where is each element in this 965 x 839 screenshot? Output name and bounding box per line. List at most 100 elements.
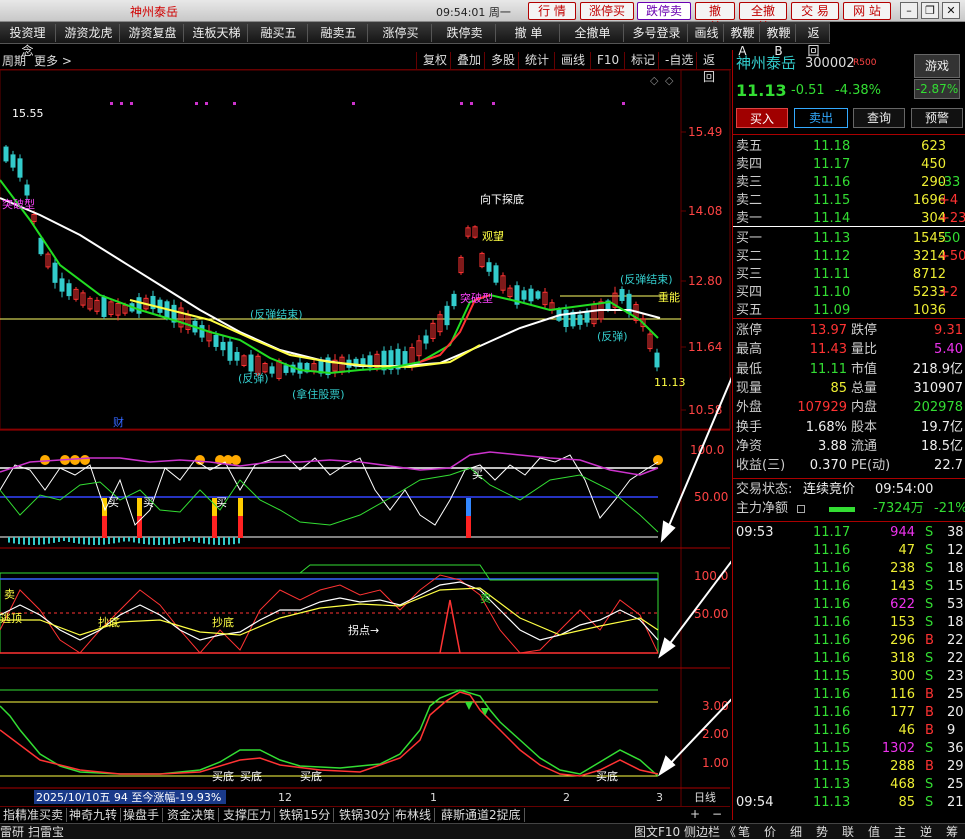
- sidebar-toggle[interactable]: 侧边栏 《: [684, 825, 736, 839]
- order-book-row[interactable]: 买四 11.10 5233 +2: [733, 284, 965, 302]
- indicator-panel-1: 100.0 50.00 买 买 买 买: [0, 443, 728, 545]
- toolbar-item[interactable]: 游资龙虎: [58, 24, 120, 42]
- panel-tab[interactable]: 联: [842, 825, 854, 839]
- nav-button-trade[interactable]: 交 易: [791, 2, 839, 20]
- toolbar-item[interactable]: 投资理念: [0, 24, 56, 58]
- toolbar-item[interactable]: 返回: [798, 24, 830, 58]
- order-book-row[interactable]: 卖三 11.16 290 -33: [733, 174, 965, 192]
- alert-button[interactable]: 预警: [911, 108, 963, 128]
- period-selector[interactable]: 周期: [2, 52, 26, 69]
- candle-body: [493, 265, 499, 283]
- order-book-row[interactable]: 买二 11.12 3214 +50: [733, 248, 965, 266]
- panel-tab[interactable]: 值: [868, 825, 880, 839]
- toolbar-item[interactable]: 画线: [690, 24, 724, 42]
- indicator-tab[interactable]: 布林线: [392, 808, 436, 822]
- chart-button[interactable]: 多股: [484, 52, 521, 69]
- nav-button-limit-up-buy[interactable]: 涨停买: [580, 2, 634, 20]
- toolbar-item[interactable]: 撤 单: [498, 24, 560, 42]
- zoom-out-icon[interactable]: −: [712, 807, 722, 821]
- nav-button-limit-down-sell[interactable]: 跌停卖: [637, 2, 691, 20]
- tick-row[interactable]: 11.16 238 S 18: [733, 560, 965, 578]
- indicator-tab[interactable]: 神奇九转: [66, 808, 122, 822]
- tick-row[interactable]: 09:54 11.13 85 S 21: [733, 794, 965, 812]
- order-book-row[interactable]: 卖四 11.17 450: [733, 156, 965, 174]
- nav-button-cancel-all[interactable]: 全撤单: [739, 2, 787, 34]
- indicator-tab[interactable]: 资金决策: [164, 808, 220, 822]
- coin-icon: [40, 455, 50, 465]
- chart-button[interactable]: F10: [590, 52, 625, 69]
- restore-icon[interactable]: ❐: [921, 2, 939, 19]
- main-flow-pct: -21%: [934, 501, 965, 516]
- toolbar-item[interactable]: 教鞭A: [726, 24, 760, 58]
- chart-button[interactable]: 叠加: [450, 52, 487, 69]
- query-button[interactable]: 查询: [853, 108, 905, 128]
- order-book-row[interactable]: 卖二 11.15 1696 +4: [733, 192, 965, 210]
- tick-row[interactable]: 11.16 622 S 53: [733, 596, 965, 614]
- tick-row[interactable]: 11.16 318 S 22: [733, 650, 965, 668]
- tick-row[interactable]: 11.16 177 B 20: [733, 704, 965, 722]
- tick-row[interactable]: 11.16 143 S 15: [733, 578, 965, 596]
- chart-button[interactable]: 画线: [554, 52, 591, 69]
- list-icon[interactable]: [797, 505, 805, 513]
- toolbar-item[interactable]: 教鞭B: [762, 24, 796, 58]
- indicator-tab[interactable]: 铁锅30分: [336, 808, 395, 822]
- nav-button-market[interactable]: 行 情: [528, 2, 576, 20]
- panel-tab[interactable]: 笔: [738, 825, 750, 839]
- indicator-tab[interactable]: 铁锅15分: [276, 808, 335, 822]
- toolbar-item[interactable]: 涨停买: [370, 24, 432, 42]
- indicator-tab[interactable]: 精准买卖: [12, 808, 68, 822]
- order-book-row[interactable]: 买一 11.13 1545 -50: [733, 230, 965, 248]
- panel-tab[interactable]: 价: [764, 825, 776, 839]
- panel-tab[interactable]: 势: [816, 825, 828, 839]
- indicator-tab[interactable]: 薛斯通道2捉底: [438, 808, 525, 822]
- f10-link[interactable]: 图文F10: [634, 825, 680, 839]
- nav-button-website[interactable]: 网 站: [843, 2, 891, 20]
- toolbar-item[interactable]: 融卖五: [310, 24, 368, 42]
- status-item[interactable]: 扫雷宝: [28, 825, 64, 839]
- tick-row[interactable]: 11.16 46 B 9: [733, 722, 965, 740]
- toolbar-item[interactable]: 全撤单: [562, 24, 624, 42]
- tick-row[interactable]: 11.16 47 S 12: [733, 542, 965, 560]
- game-button[interactable]: 游戏: [914, 54, 960, 78]
- tick-row[interactable]: 11.17 944 S 38: [733, 524, 965, 542]
- panel-tab[interactable]: 细: [790, 825, 802, 839]
- panel-tab[interactable]: 逆: [920, 825, 932, 839]
- more-menu[interactable]: 更多 >: [34, 52, 72, 69]
- chart-button[interactable]: 统计: [518, 52, 555, 69]
- tick-row[interactable]: 11.15 1302 S 36: [733, 740, 965, 758]
- order-book-row[interactable]: 卖五 11.18 623: [733, 138, 965, 156]
- chart-button[interactable]: 标记: [624, 52, 661, 69]
- tick-row[interactable]: 11.15 300 S 23: [733, 668, 965, 686]
- chart-button[interactable]: -自选: [658, 52, 699, 69]
- tick-row[interactable]: 11.13 468 S 25: [733, 776, 965, 794]
- candle-body: [269, 366, 275, 374]
- tick-row[interactable]: 11.16 296 B 22: [733, 632, 965, 650]
- histogram-bar: [203, 537, 205, 544]
- chart-button[interactable]: 复权: [416, 52, 453, 69]
- chart-button[interactable]: 返回: [696, 52, 731, 84]
- indicator-tab[interactable]: 操盘手: [120, 808, 164, 822]
- buy-button[interactable]: 买入: [736, 108, 788, 128]
- ind1-tick: 50.00: [694, 490, 728, 504]
- toolbar-item[interactable]: 多号登录: [626, 24, 688, 42]
- panel-tab[interactable]: 主: [894, 825, 906, 839]
- nav-button-cancel[interactable]: 撤 单: [695, 2, 735, 34]
- close-icon[interactable]: ✕: [942, 2, 960, 19]
- toolbar-item[interactable]: 融买五: [250, 24, 308, 42]
- stat-value: 85: [830, 380, 847, 396]
- tick-row[interactable]: 11.16 153 S 18: [733, 614, 965, 632]
- panel-tab[interactable]: 筹: [946, 825, 958, 839]
- tick-row[interactable]: 11.15 288 B 29: [733, 758, 965, 776]
- status-item[interactable]: 雷研: [0, 825, 24, 839]
- sell-button[interactable]: 卖出: [794, 108, 848, 128]
- order-book-row[interactable]: 买三 11.11 8712: [733, 266, 965, 284]
- minimize-icon[interactable]: –: [900, 2, 918, 19]
- tick-row[interactable]: 11.16 116 B 25: [733, 686, 965, 704]
- toolbar-item[interactable]: 跌停卖: [434, 24, 496, 42]
- toolbar-item[interactable]: 游资复盘: [122, 24, 184, 42]
- indicator-tab[interactable]: 支撑压力: [220, 808, 276, 822]
- kline-chart-area[interactable]: 15.49 14.08 12.80 11.64 10.58 突破型 (反弹结束)…: [0, 70, 731, 806]
- candle-body: [3, 146, 9, 162]
- zoom-in-icon[interactable]: +: [690, 807, 700, 821]
- toolbar-item[interactable]: 连板天梯: [186, 24, 248, 42]
